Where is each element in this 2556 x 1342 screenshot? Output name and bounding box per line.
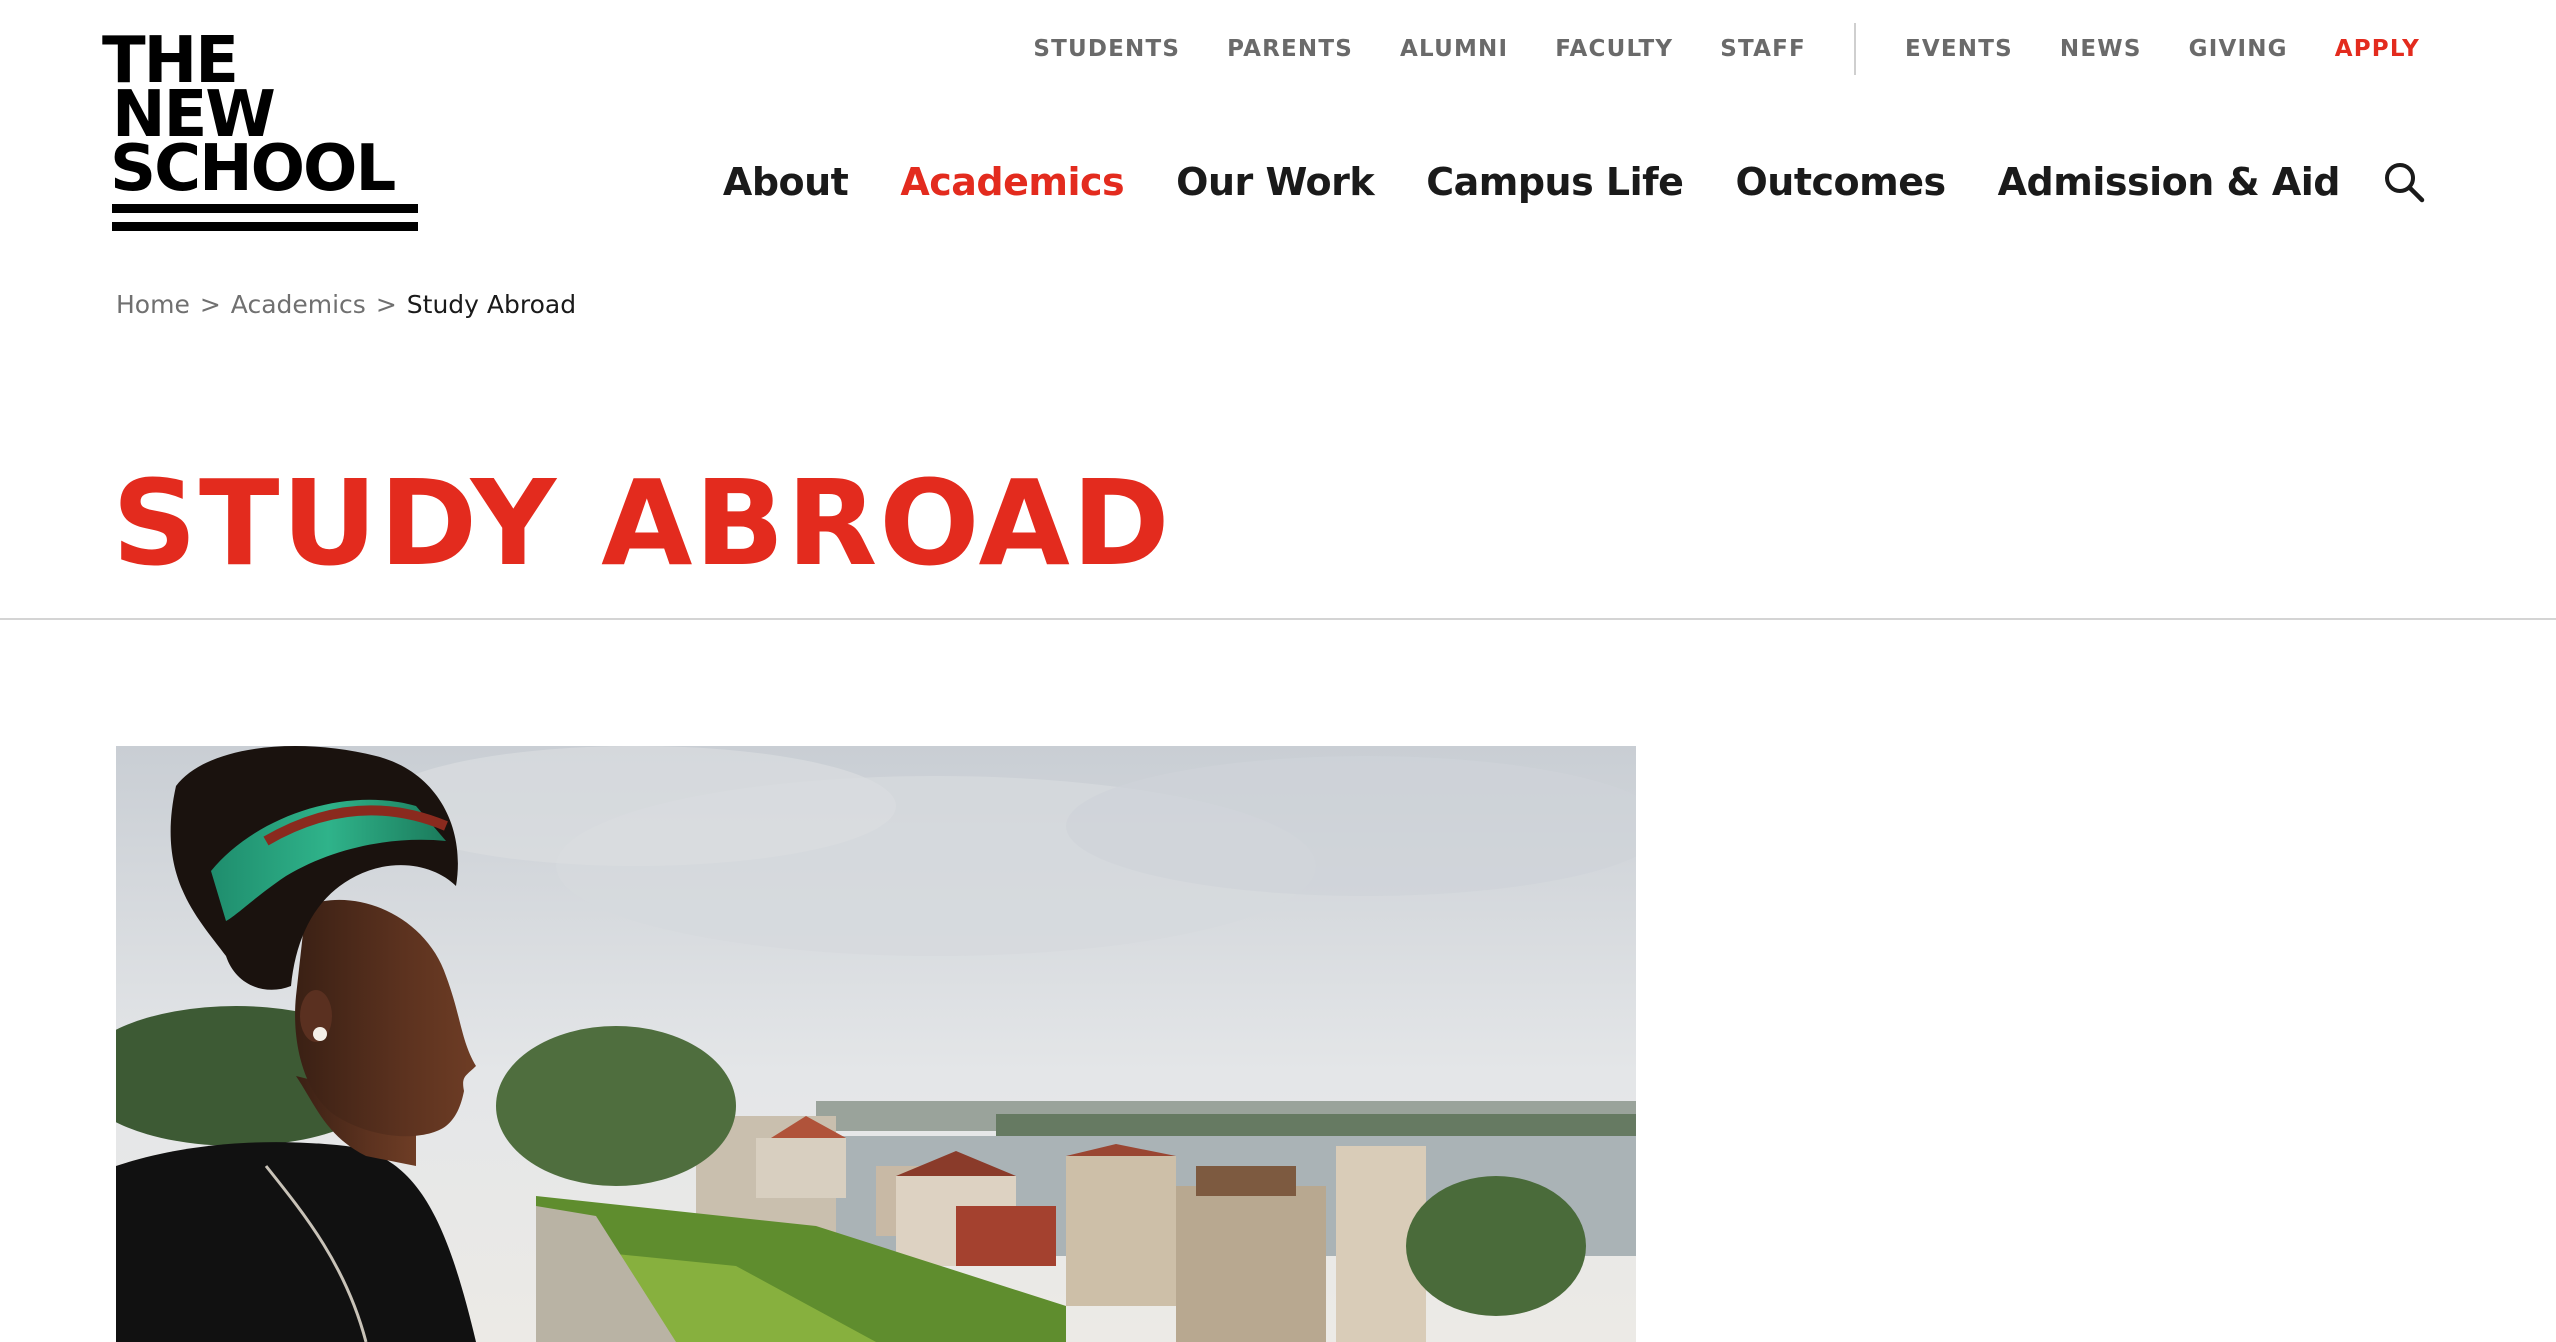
- util-link-faculty[interactable]: FACULTY: [1555, 36, 1673, 62]
- breadcrumb-academics[interactable]: Academics: [231, 290, 366, 319]
- util-link-events[interactable]: EVENTS: [1905, 36, 2013, 62]
- utility-nav: STUDENTS PARENTS ALUMNI FACULTY STAFF EV…: [1033, 23, 2420, 75]
- util-link-alumni[interactable]: ALUMNI: [1400, 36, 1508, 62]
- util-link-parents[interactable]: PARENTS: [1227, 36, 1353, 62]
- util-link-students[interactable]: STUDENTS: [1033, 36, 1180, 62]
- page: THE NEW SCHOOL STUDENTS PARENTS ALUMNI F…: [0, 0, 2556, 1342]
- nav-item-campus-life[interactable]: Campus Life: [1426, 160, 1684, 204]
- main-nav: About Academics Our Work Campus Life Out…: [723, 152, 2428, 212]
- breadcrumb-home[interactable]: Home: [116, 290, 190, 319]
- search-button[interactable]: [2380, 158, 2428, 206]
- logo-bars: [112, 204, 420, 231]
- site-logo[interactable]: THE NEW SCHOOL: [100, 29, 420, 244]
- apply-link[interactable]: APPLY: [2335, 36, 2420, 62]
- util-link-staff[interactable]: STAFF: [1720, 36, 1806, 62]
- title-divider: [0, 618, 2556, 620]
- hero-image: [116, 746, 1636, 1342]
- nav-item-admission-aid[interactable]: Admission & Aid: [1998, 160, 2341, 204]
- nav-item-about[interactable]: About: [723, 160, 849, 204]
- nav-item-our-work[interactable]: Our Work: [1176, 160, 1375, 204]
- utility-divider: [1853, 23, 1856, 75]
- breadcrumb: Home > Academics > Study Abroad: [116, 290, 576, 319]
- nav-item-academics[interactable]: Academics: [900, 160, 1124, 204]
- page-title: STUDY ABROAD: [112, 454, 1172, 592]
- search-icon: [2385, 163, 2425, 203]
- logo-line-school: SCHOOL: [110, 132, 396, 206]
- util-link-news[interactable]: NEWS: [2060, 36, 2142, 62]
- nav-item-outcomes[interactable]: Outcomes: [1735, 160, 1946, 204]
- util-link-giving[interactable]: GIVING: [2189, 36, 2288, 62]
- breadcrumb-separator: >: [199, 290, 221, 319]
- breadcrumb-separator: >: [375, 290, 397, 319]
- breadcrumb-current: Study Abroad: [406, 290, 577, 319]
